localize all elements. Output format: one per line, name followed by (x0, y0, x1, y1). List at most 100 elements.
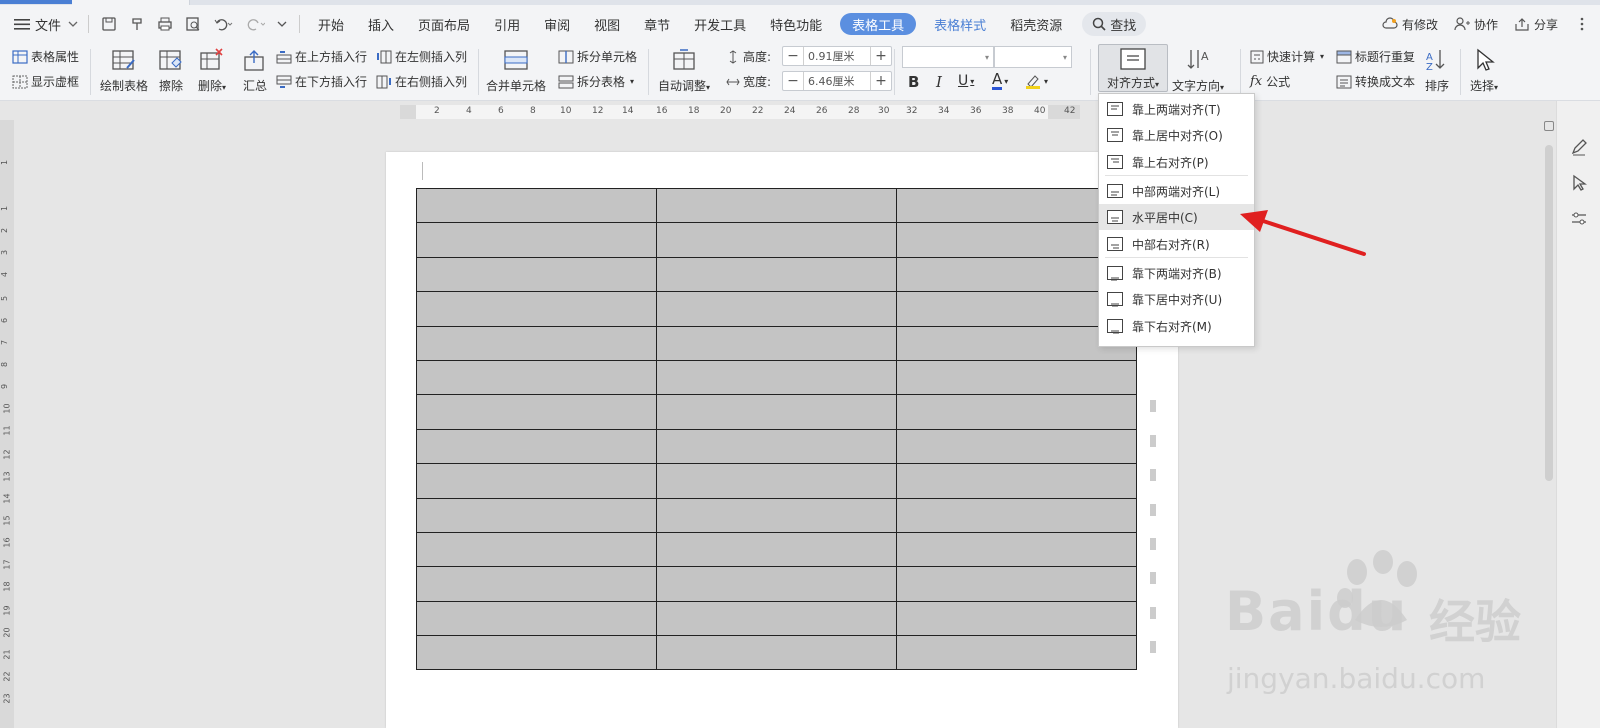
table-cell[interactable] (416, 394, 657, 430)
row-height-value[interactable]: 0.91厘米 (803, 47, 871, 65)
table-cell[interactable] (656, 325, 897, 361)
table-cell[interactable] (656, 222, 897, 258)
table-cell[interactable] (416, 291, 657, 327)
table-cell[interactable] (416, 531, 657, 568)
align-menu-item[interactable]: 靠下右对齐(M) (1099, 313, 1254, 339)
col-width-stepper[interactable]: − 6.46厘米 + (782, 71, 892, 91)
redo-icon[interactable] (245, 16, 266, 32)
tab-insert[interactable]: 插入 (356, 5, 406, 43)
table-cell[interactable] (896, 394, 1137, 430)
table-cell[interactable] (416, 635, 657, 671)
collaborate-button[interactable]: 协作 (1446, 5, 1506, 43)
summary-button[interactable]: 汇总 (242, 47, 268, 94)
document-table[interactable] (416, 187, 1137, 671)
italic-button[interactable]: I (936, 73, 942, 91)
align-menu-item[interactable]: 中部右对齐(R) (1099, 231, 1254, 257)
decrease-height-button[interactable]: − (783, 47, 803, 65)
tab-section[interactable]: 章节 (632, 5, 682, 43)
table-cell[interactable] (656, 635, 897, 671)
tab-page-layout[interactable]: 页面布局 (406, 5, 482, 43)
auto-fit-dropdown[interactable]: 自动调整▾ (658, 47, 710, 94)
decrease-width-button[interactable]: − (783, 72, 803, 90)
vertical-ruler[interactable]: 1 1 2 3 4 5 6 7 8 9 10 11 12 13 14 15 16… (0, 120, 14, 728)
table-cell[interactable] (656, 497, 897, 533)
scrollbar-thumb[interactable] (1545, 145, 1553, 481)
col-width-value[interactable]: 6.46厘米 (803, 72, 871, 90)
settings-sliders-icon[interactable] (1569, 209, 1589, 229)
select-dropdown[interactable]: 选择▾ (1470, 47, 1498, 94)
table-cell[interactable] (416, 428, 657, 465)
table-cell[interactable] (416, 325, 657, 361)
table-cell[interactable] (416, 463, 657, 499)
align-menu-item[interactable]: 水平居中(C) (1099, 204, 1254, 230)
text-direction-dropdown[interactable]: A 文字方向▾ (1172, 47, 1224, 94)
erase-button[interactable]: 擦除 (158, 47, 184, 94)
show-gridlines-button[interactable]: 显示虚框 (12, 73, 79, 90)
split-cells-button[interactable]: 拆分单元格 (558, 48, 637, 65)
table-cell[interactable] (416, 497, 657, 533)
pointer-icon[interactable] (1569, 173, 1589, 193)
document-page[interactable] (386, 152, 1178, 728)
insert-col-right-button[interactable]: 在右侧插入列 (376, 73, 467, 90)
format-painter-icon[interactable] (129, 16, 145, 32)
table-cell[interactable] (656, 600, 897, 637)
align-menu-item[interactable]: 中部两端对齐(L) (1099, 178, 1254, 204)
tab-table-tools[interactable]: 表格工具 (840, 13, 917, 35)
table-cell[interactable] (896, 531, 1137, 568)
insert-row-below-button[interactable]: 在下方插入行 (276, 73, 367, 90)
formula-button[interactable]: fx 公式 (1250, 73, 1290, 90)
save-icon[interactable] (101, 16, 117, 32)
increase-width-button[interactable]: + (871, 72, 891, 90)
table-cell[interactable] (656, 256, 897, 293)
tab-table-style[interactable]: 表格样式 (922, 5, 998, 43)
table-cell[interactable] (896, 635, 1137, 671)
share-button[interactable]: 分享 (1506, 5, 1566, 43)
print-icon[interactable] (157, 16, 173, 32)
vertical-scrollbar[interactable] (1544, 119, 1554, 728)
customize-toolbar-icon[interactable] (277, 19, 287, 29)
edit-pen-icon[interactable] (1569, 137, 1589, 157)
font-size-select[interactable]: ▾ (994, 46, 1072, 68)
align-menu-item[interactable]: 靠上两端对齐(T) (1099, 96, 1254, 122)
table-cell[interactable] (416, 600, 657, 637)
sort-button[interactable]: AZ 排序 (1424, 47, 1450, 94)
delete-dropdown[interactable]: 删除▾ (198, 47, 226, 94)
tab-review[interactable]: 审阅 (532, 5, 582, 43)
table-cell[interactable] (896, 566, 1137, 602)
align-mode-dropdown[interactable]: 对齐方式▾ (1098, 44, 1168, 92)
table-properties-button[interactable]: 表格属性 (12, 48, 79, 65)
table-cell[interactable] (656, 394, 897, 430)
print-preview-icon[interactable] (185, 16, 201, 32)
underline-button[interactable]: U ▾ (958, 73, 974, 89)
tab-docer-resources[interactable]: 稻壳资源 (998, 5, 1074, 43)
bold-button[interactable]: B (908, 73, 919, 91)
insert-col-left-button[interactable]: 在左侧插入列 (376, 48, 467, 65)
header-repeat-button[interactable]: 标题行重复 (1336, 48, 1415, 65)
undo-icon[interactable] (213, 16, 233, 32)
table-cell[interactable] (416, 222, 657, 258)
table-cell[interactable] (896, 600, 1137, 637)
tab-special[interactable]: 特色功能 (758, 5, 834, 43)
quick-calc-dropdown[interactable]: 快速计算 ▾ (1250, 48, 1324, 65)
font-name-select[interactable]: ▾ (902, 46, 994, 68)
table-cell[interactable] (656, 463, 897, 499)
row-height-stepper[interactable]: − 0.91厘米 + (782, 46, 892, 66)
table-cell[interactable] (656, 428, 897, 465)
search-button[interactable]: 查找 (1082, 12, 1147, 36)
table-cell[interactable] (656, 566, 897, 602)
convert-to-text-button[interactable]: 转换成文本 (1336, 73, 1415, 90)
more-options-button[interactable] (1566, 5, 1600, 43)
table-cell[interactable] (896, 497, 1137, 533)
horizontal-ruler[interactable]: 2 4 6 8 10 12 14 16 18 20 22 24 26 28 30… (400, 105, 1080, 119)
align-menu-item[interactable]: 靠上居中对齐(O) (1099, 122, 1254, 148)
tab-view[interactable]: 视图 (582, 5, 632, 43)
align-menu-item[interactable]: 靠下两端对齐(B) (1099, 260, 1254, 286)
table-cell[interactable] (896, 463, 1137, 499)
tab-developer[interactable]: 开发工具 (682, 5, 758, 43)
merge-cells-button[interactable]: 合并单元格 (486, 47, 546, 94)
table-cell[interactable] (416, 566, 657, 602)
font-color-button[interactable]: A ▾ (992, 72, 1008, 90)
table-cell[interactable] (656, 531, 897, 568)
align-menu-item[interactable]: 靠下居中对齐(U) (1099, 286, 1254, 312)
table-cell[interactable] (416, 359, 657, 396)
